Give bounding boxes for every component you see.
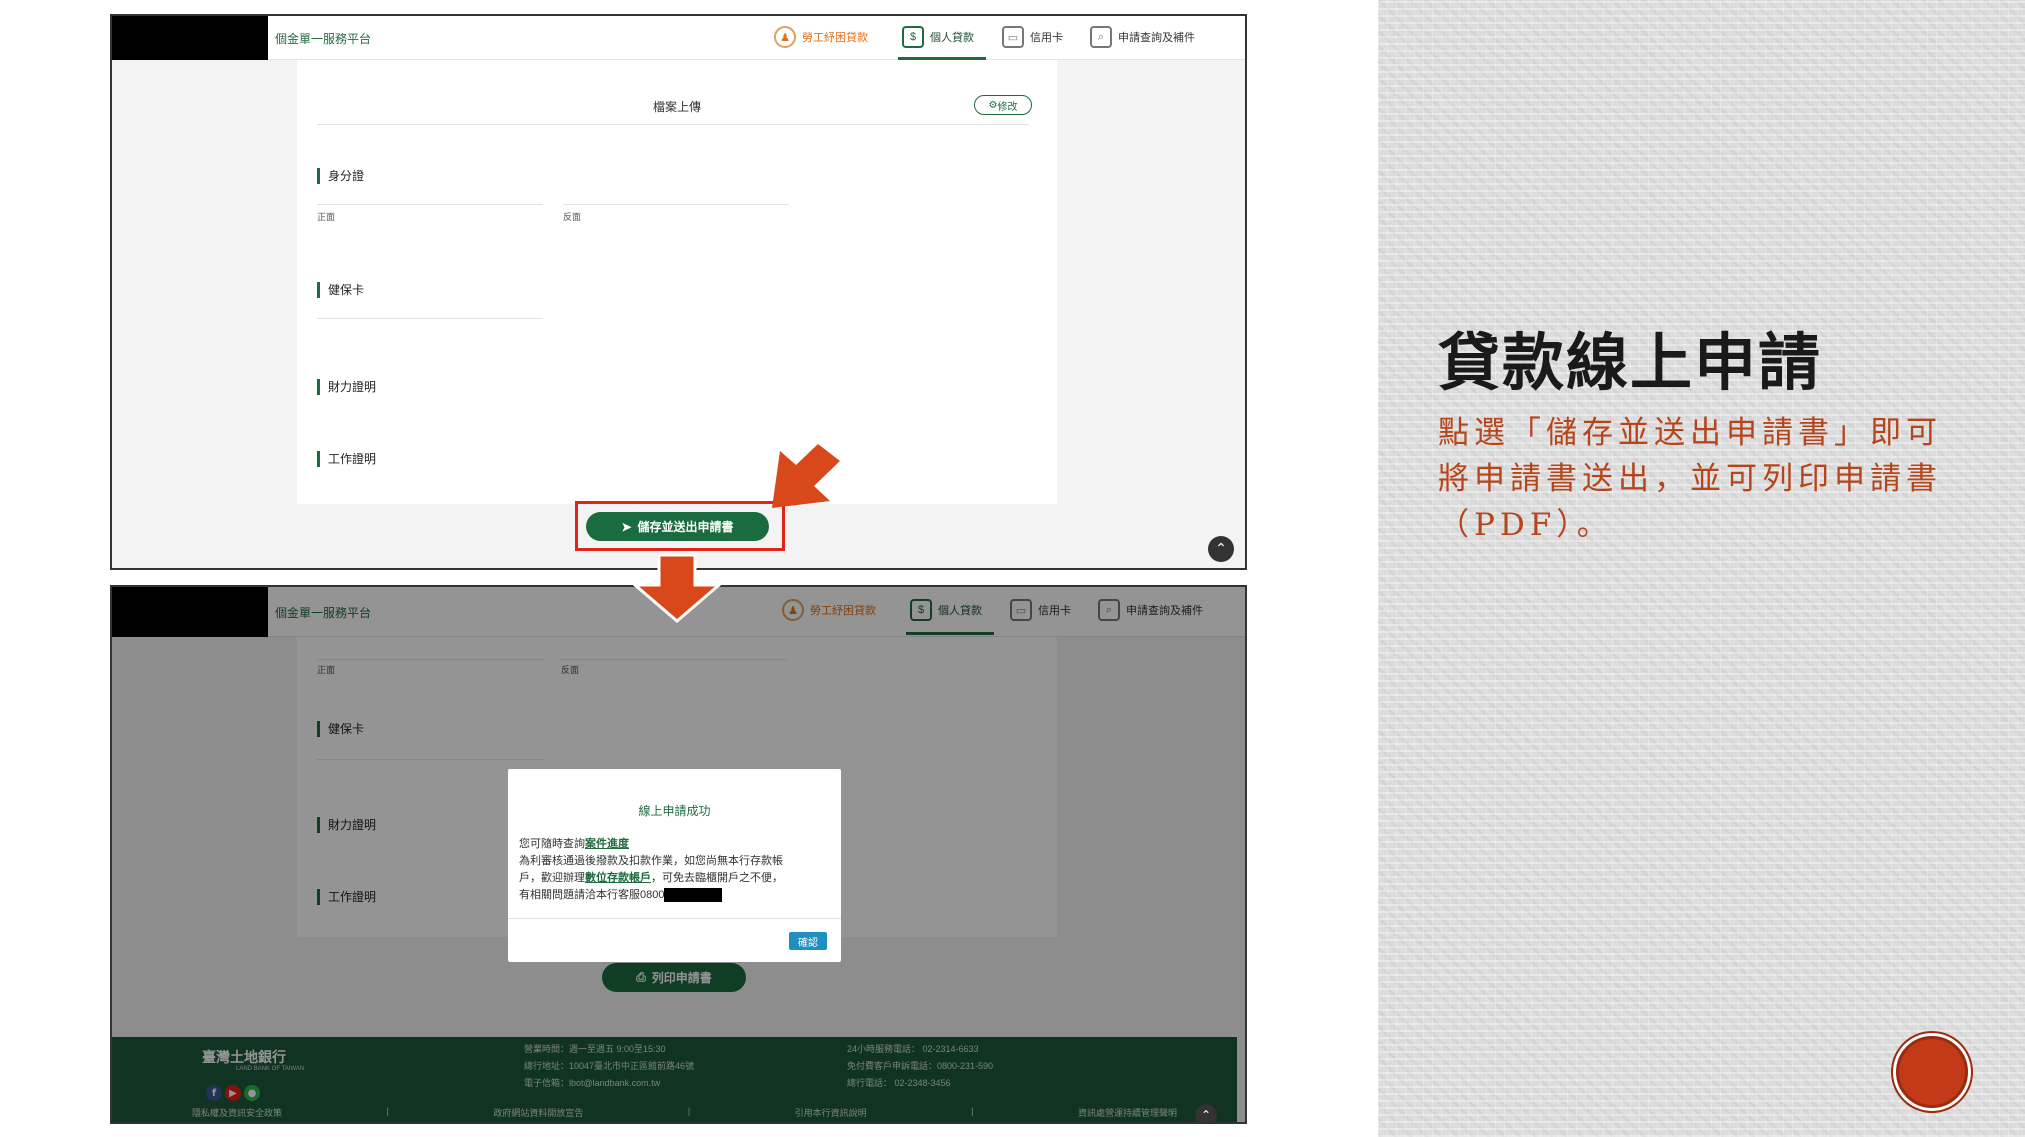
pointer-arrow-icon (772, 444, 840, 508)
redacted-phone (664, 888, 723, 903)
upload-slot-back[interactable] (563, 204, 789, 205)
gear-icon: ⚙ (988, 99, 998, 111)
edit-button[interactable]: ⚙ 修改 (974, 95, 1032, 115)
front-label: 正面 (317, 212, 336, 222)
modal-line1-prefix: 您可隨時查詢 (519, 838, 585, 850)
top-navbar: 個金單一服務平台 ♟ 勞工紓困貸款 $ 個人貸款 ▭ 信用卡 ⌕ 申請查詢及補件 (112, 16, 1245, 60)
submit-label: 儲存並送出申請書 (637, 520, 734, 534)
success-modal: 線上申請成功 您可隨時查詢案件進度 為利審核通過後撥款及扣款作業，如您尚無本行存… (508, 769, 841, 962)
section-financial-proof: 財力證明 (317, 379, 376, 395)
digital-account-link[interactable]: 數位存款帳戶 (585, 872, 651, 884)
section-employment-proof: 工作證明 (317, 451, 376, 467)
modal-line3-suffix: ，可免去臨櫃開戶之不便， (651, 872, 783, 884)
back-label: 反面 (563, 212, 582, 222)
texture-panel (1378, 0, 2025, 1137)
upload-card: 檔案上傳 ⚙ 修改 身分證 正面 反面 健保卡 財力證明 工作證明 (297, 60, 1057, 504)
down-arrow-icon (633, 555, 721, 623)
case-progress-link[interactable]: 案件進度 (585, 838, 629, 850)
send-icon: ➤ (621, 519, 632, 534)
credit-card-icon: ▭ (1002, 26, 1024, 48)
upload-slot-front[interactable] (317, 204, 543, 205)
platform-brand[interactable]: 個金單一服務平台 (275, 30, 371, 47)
section-id-card: 身分證 (317, 168, 364, 184)
nav-personal-loan[interactable]: $ 個人貸款 (902, 22, 974, 52)
money-icon: $ (902, 26, 924, 48)
screenshot-upload-page: 個金單一服務平台 ♟ 勞工紓困貸款 $ 個人貸款 ▭ 信用卡 ⌕ 申請查詢及補件… (110, 14, 1247, 570)
chevron-up-icon: ⌃ (1200, 1108, 1212, 1122)
modal-line2: 為利審核通過後撥款及扣款作業，如您尚無本行存款帳 (519, 855, 783, 867)
card-title: 檔案上傳 (653, 100, 702, 114)
nav-application-query[interactable]: ⌕ 申請查詢及補件 (1090, 22, 1195, 52)
scroll-top-button[interactable]: ⌃ (1208, 536, 1234, 562)
modal-line3-prefix: 戶，歡迎辦理 (519, 872, 585, 884)
nav-label: 個人貸款 (930, 32, 974, 44)
submit-application-button[interactable]: ➤ 儲存並送出申請書 (586, 512, 769, 541)
modal-title: 線上申請成功 (638, 804, 711, 818)
slide-title: 貸款線上申請 (1438, 326, 1823, 399)
modal-line4-prefix: 有相關問題請洽本行客服0800 (519, 889, 665, 901)
nav-label: 申請查詢及補件 (1118, 32, 1195, 44)
redacted-logo (112, 16, 268, 60)
nav-label: 信用卡 (1030, 32, 1063, 44)
scroll-top-button[interactable]: ⌃ (1195, 1104, 1217, 1122)
divider (317, 124, 1029, 125)
search-doc-icon: ⌕ (1090, 26, 1112, 48)
chevron-up-icon: ⌃ (1215, 541, 1227, 557)
nav-credit-card[interactable]: ▭ 信用卡 (1002, 22, 1063, 52)
slide: 個金單一服務平台 ♟ 勞工紓困貸款 $ 個人貸款 ▭ 信用卡 ⌕ 申請查詢及補件… (0, 0, 2025, 1137)
worker-icon: ♟ (774, 26, 796, 48)
slide-number-badge (1896, 1036, 1968, 1108)
section-health-card: 健保卡 (317, 282, 364, 298)
edit-label: 修改 (997, 101, 1018, 113)
nav-worker-loan[interactable]: ♟ 勞工紓困貸款 (774, 22, 868, 52)
nav-label: 勞工紓困貸款 (802, 32, 868, 44)
modal-divider (508, 918, 841, 919)
confirm-button[interactable]: 確認 (789, 932, 827, 950)
modal-body: 您可隨時查詢案件進度 為利審核通過後撥款及扣款作業，如您尚無本行存款帳 戶，歡迎… (519, 836, 819, 904)
slide-description: 點選「儲存並送出申請書」即可將申請書送出，並可列印申請書（PDF）。 (1438, 415, 1942, 543)
upload-slot-health[interactable] (317, 318, 543, 319)
screenshot-success-page: 個金單一服務平台 ♟ 勞工紓困貸款 $ 個人貸款 ▭ 信用卡 ⌕ 申請查詢及補件… (110, 585, 1247, 1124)
